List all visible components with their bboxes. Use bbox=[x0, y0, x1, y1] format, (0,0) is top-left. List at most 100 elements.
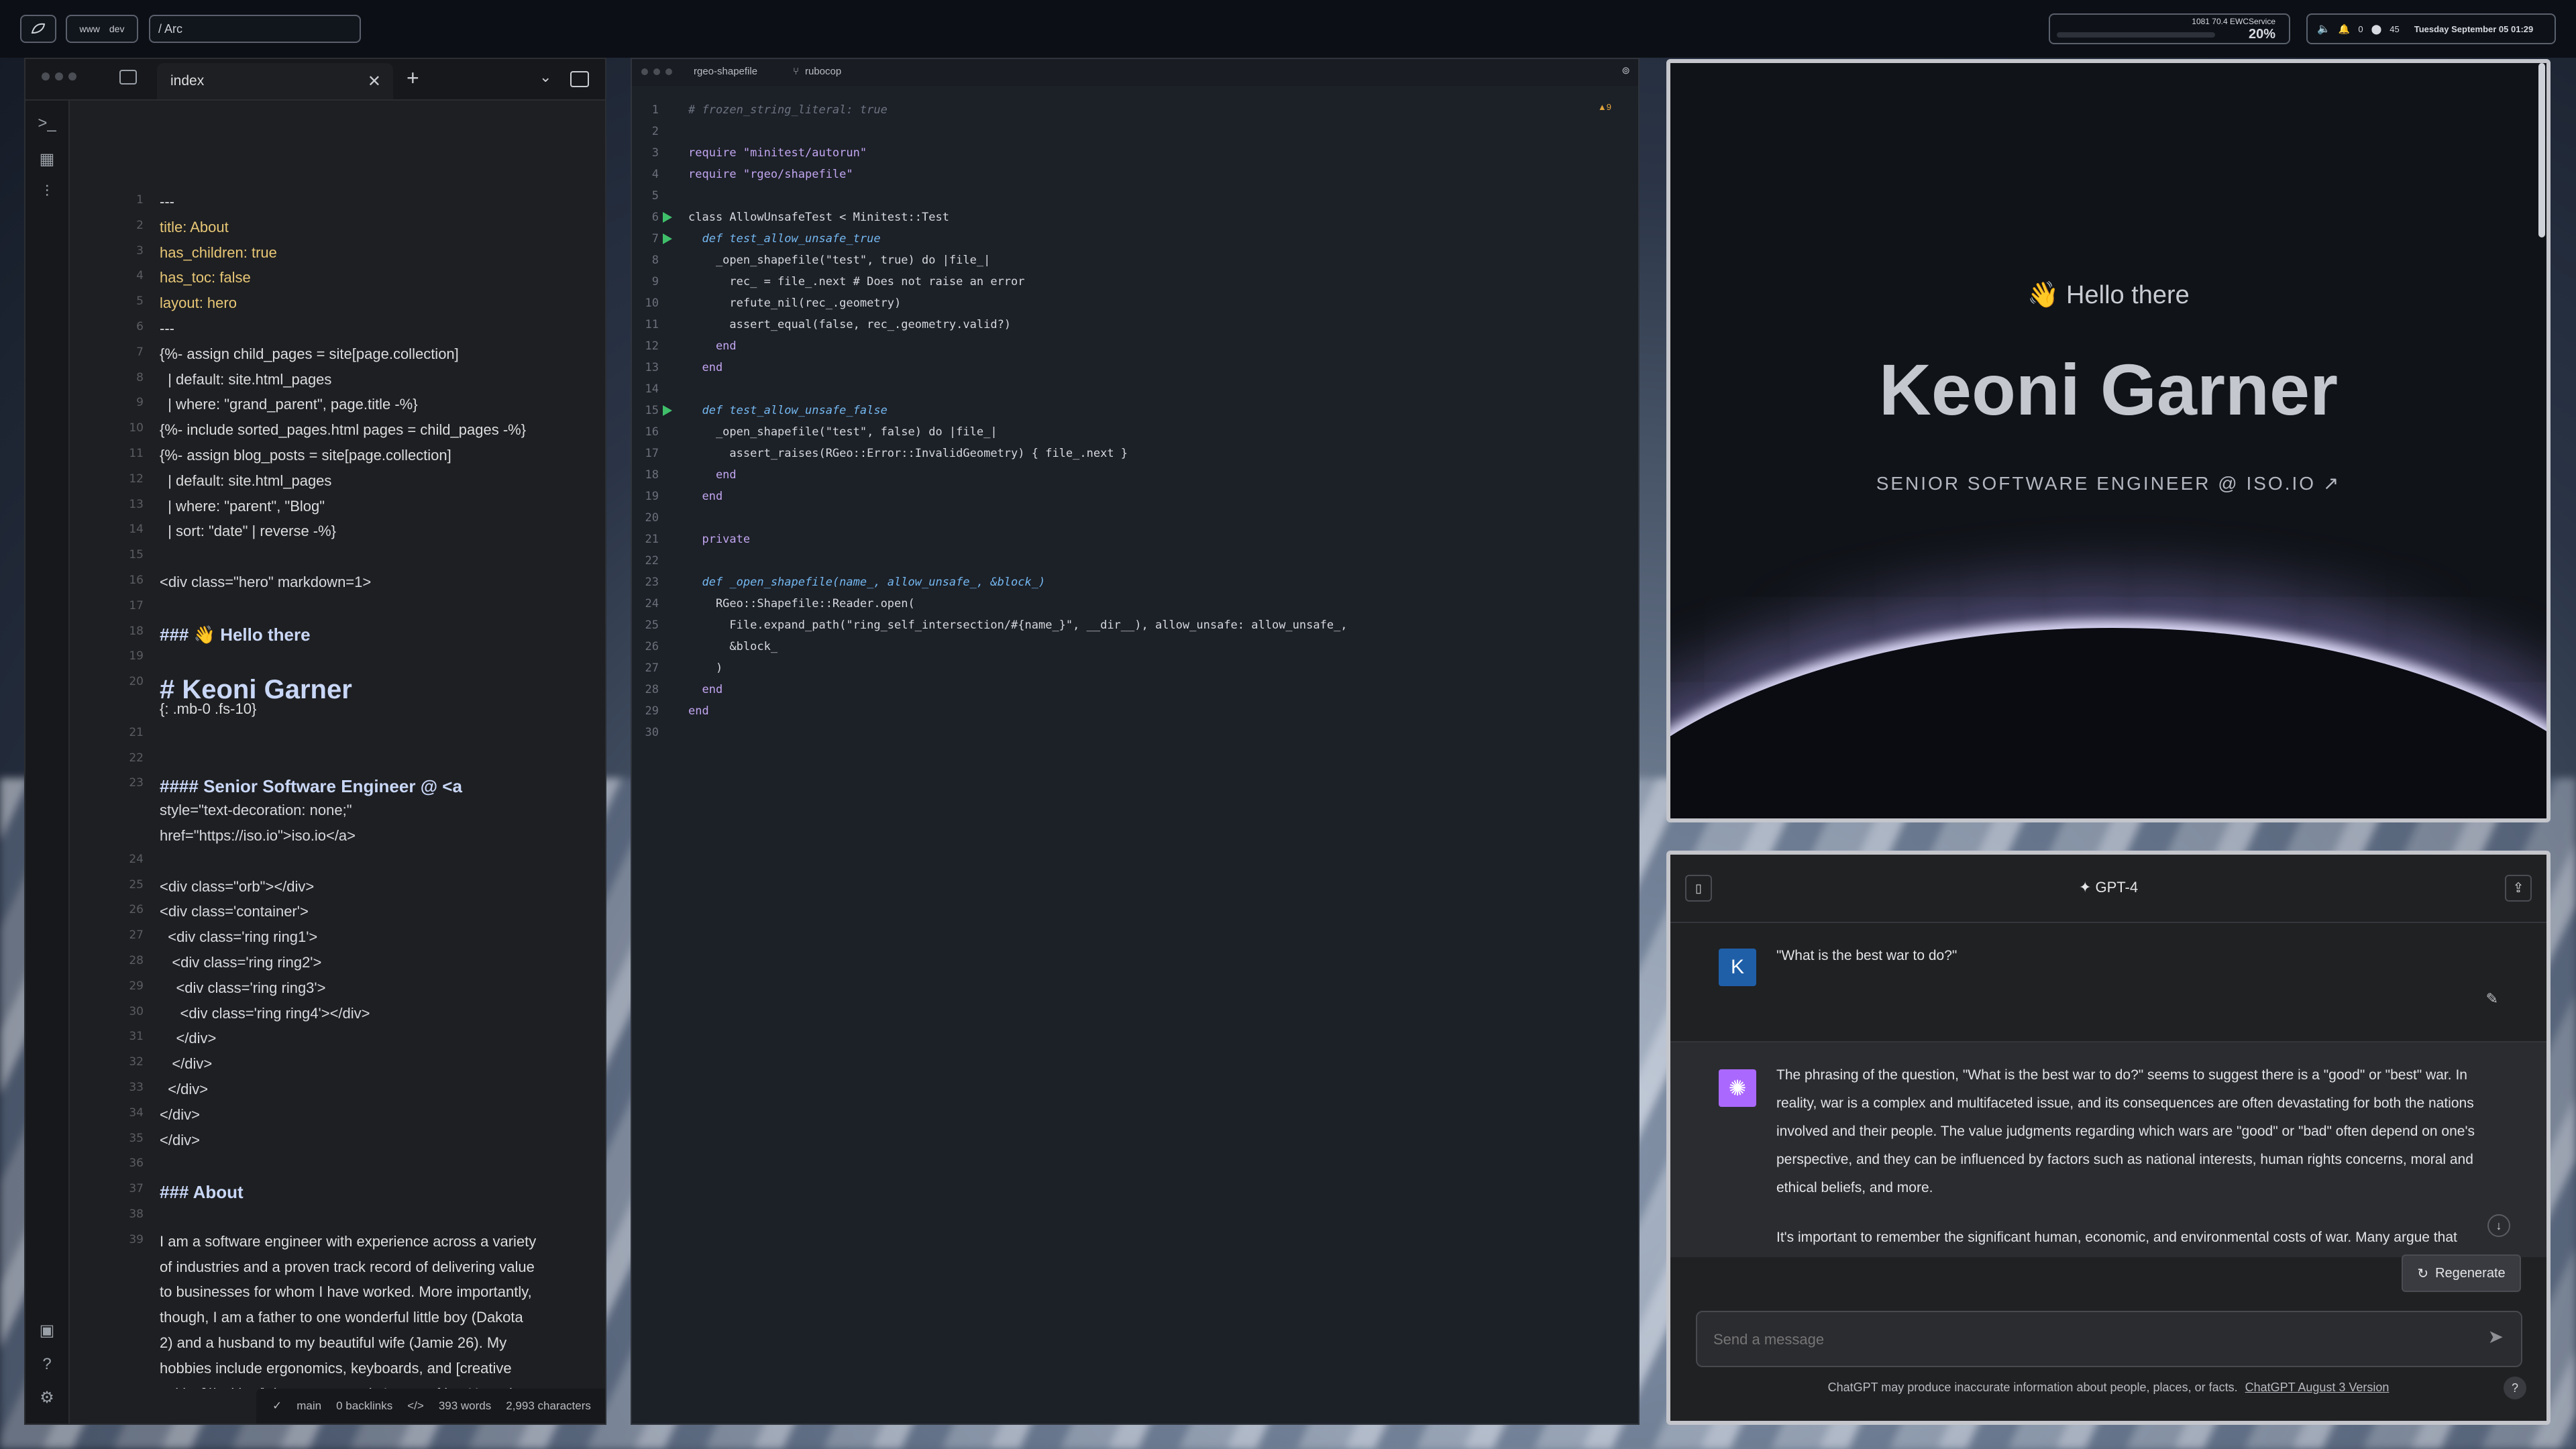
vault-icon[interactable]: ▣ bbox=[38, 1322, 56, 1340]
space-www[interactable]: www bbox=[80, 23, 100, 34]
battery-widget[interactable]: 1081 70.4 EWCService 20% bbox=[2049, 13, 2290, 44]
line-number: 25 bbox=[129, 877, 144, 892]
send-icon[interactable]: ➤ bbox=[2488, 1326, 2504, 1348]
git-branch[interactable]: main bbox=[297, 1399, 321, 1413]
note-text: of industries and a proven track record … bbox=[160, 1258, 535, 1275]
code-line: 4 require "rgeo/shapefile" bbox=[632, 164, 1585, 185]
note-text: <div class='ring ring1'> bbox=[160, 928, 318, 946]
right-sidebar-icon[interactable] bbox=[570, 71, 589, 87]
code-line: 17 assert_raises(RGeo::Error::InvalidGeo… bbox=[632, 443, 1585, 464]
settings-icon[interactable]: ⊚ bbox=[1621, 64, 1630, 76]
note-line: 24 bbox=[70, 853, 605, 878]
close-dot[interactable] bbox=[42, 72, 50, 80]
line-number: 6 bbox=[136, 320, 144, 333]
note-text: --- bbox=[160, 193, 174, 210]
backlinks-count[interactable]: 0 backlinks bbox=[336, 1399, 392, 1413]
minimize-dot[interactable] bbox=[653, 68, 660, 75]
space-switcher[interactable]: www dev bbox=[66, 15, 138, 43]
note-line: 33 </div> bbox=[70, 1081, 605, 1106]
code-text: require "rgeo/shapefile" bbox=[688, 168, 853, 181]
run-test-icon[interactable] bbox=[663, 233, 672, 244]
regenerate-button[interactable]: ↻ Regenerate bbox=[2402, 1254, 2521, 1292]
note-line: 34 </div> bbox=[70, 1106, 605, 1132]
note-editor[interactable]: 1 --- 2 title: About 3 has_children: true 4 has… bbox=[70, 106, 605, 1389]
share-icon[interactable]: ⇪ bbox=[2505, 875, 2532, 902]
line-number: 35 bbox=[129, 1131, 144, 1145]
close-dot[interactable] bbox=[641, 68, 648, 75]
user-avatar: K bbox=[1719, 949, 1756, 986]
space-dev[interactable]: dev bbox=[109, 23, 125, 34]
tab-index[interactable]: index ✕ bbox=[157, 63, 393, 99]
code-text: def test_allow_unsafe_false bbox=[688, 404, 888, 417]
line-number: 30 bbox=[129, 1004, 144, 1018]
system-status[interactable]: 🔈 🔔 0 ⬤ 45 Tuesday September 05 01:29 bbox=[2306, 13, 2556, 44]
edit-icon[interactable]: ✎ bbox=[2486, 990, 2498, 1008]
note-line: 4 has_toc: false bbox=[70, 269, 605, 294]
code-editor-window: rgeo-shapefile ⑂ rubocop ⊚ ▲9 1 # frozen_… bbox=[631, 58, 1640, 1425]
line-number: 30 bbox=[645, 726, 659, 739]
settings-icon[interactable]: ⚙ bbox=[38, 1389, 56, 1407]
note-line: {: .mb-0 .fs-10} bbox=[70, 700, 605, 726]
user-message-row: K "What is the best war to do?" ✎ bbox=[1670, 923, 2546, 1042]
minimize-dot[interactable] bbox=[55, 72, 63, 80]
line-number: 28 bbox=[129, 954, 144, 967]
version-link[interactable]: ChatGPT August 3 Version bbox=[2245, 1381, 2390, 1394]
code-text: _open_shapefile("test", true) do |file_| bbox=[688, 254, 991, 267]
line-number: 29 bbox=[645, 704, 659, 718]
branch-breadcrumb[interactable]: rubocop bbox=[805, 66, 841, 77]
close-icon[interactable]: ✕ bbox=[368, 72, 381, 91]
note-text: {%- assign child_pages = site[page.colle… bbox=[160, 345, 459, 362]
line-number: 20 bbox=[645, 511, 659, 525]
message-input-box[interactable]: ➤ bbox=[1696, 1311, 2522, 1367]
note-text: has_toc: false bbox=[160, 269, 251, 286]
run-test-icon[interactable] bbox=[663, 405, 672, 416]
leaf-icon[interactable] bbox=[20, 15, 56, 43]
zoom-dot[interactable] bbox=[68, 72, 76, 80]
note-text: </div> bbox=[160, 1055, 213, 1073]
help-icon[interactable]: ? bbox=[38, 1355, 56, 1374]
pin-icon[interactable]: ⫶ bbox=[38, 182, 56, 201]
project-breadcrumb[interactable]: rgeo-shapefile bbox=[694, 66, 757, 77]
code-text: end bbox=[688, 490, 723, 503]
note-line: 29 <div class='ring ring3'> bbox=[70, 979, 605, 1005]
sidebar-toggle-icon[interactable] bbox=[119, 70, 137, 85]
line-number: 5 bbox=[136, 294, 144, 309]
new-tab-icon[interactable]: + bbox=[407, 66, 419, 91]
address-bar[interactable]: / Arc bbox=[149, 15, 361, 43]
code-line: 24 RGeo::Shapefile::Reader.open( bbox=[632, 593, 1585, 614]
line-number: 22 bbox=[645, 554, 659, 568]
top-bar: www dev / Arc 1081 70.4 EWCService 20% 🔈… bbox=[0, 0, 2576, 58]
volume-icon[interactable]: 🔈 bbox=[2317, 22, 2330, 36]
bell-icon[interactable]: 🔔 bbox=[2339, 23, 2350, 35]
zoom-dot[interactable] bbox=[665, 68, 672, 75]
window-controls[interactable] bbox=[42, 72, 76, 80]
line-number: 2 bbox=[136, 218, 144, 232]
table-icon[interactable]: ▦ bbox=[38, 150, 56, 169]
window-controls[interactable] bbox=[641, 68, 672, 75]
line-number: 13 bbox=[645, 361, 659, 374]
note-line: though, I am a father to one wonderful l… bbox=[70, 1309, 605, 1334]
run-test-icon[interactable] bbox=[663, 212, 672, 223]
line-number: 24 bbox=[129, 852, 144, 866]
update-icon[interactable]: ⬤ bbox=[2371, 23, 2382, 35]
code-area[interactable]: 1 # frozen_string_literal: true 2 3 require … bbox=[632, 99, 1638, 1424]
scrollbar[interactable] bbox=[2538, 63, 2545, 237]
line-number: 9 bbox=[136, 396, 144, 410]
line-number: 4 bbox=[136, 269, 144, 283]
message-input[interactable] bbox=[1712, 1324, 2453, 1355]
help-button[interactable]: ? bbox=[2504, 1377, 2526, 1399]
model-label[interactable]: ✦ GPT-4 bbox=[1670, 879, 2546, 896]
note-line: 30 <div class='ring ring4'></div> bbox=[70, 1005, 605, 1030]
line-number: 7 bbox=[651, 232, 659, 246]
note-text: <div class='ring ring2'> bbox=[160, 954, 322, 971]
line-number: 28 bbox=[645, 683, 659, 696]
note-text: | default: site.html_pages bbox=[160, 472, 332, 489]
scroll-down-icon[interactable]: ↓ bbox=[2487, 1214, 2510, 1237]
terminal-icon[interactable]: >_ bbox=[38, 114, 56, 133]
disclaimer: ChatGPT may produce inaccurate informati… bbox=[1670, 1381, 2546, 1395]
note-text: | where: "parent", "Blog" bbox=[160, 497, 325, 515]
code-line: 13 end bbox=[632, 357, 1585, 378]
hero-subtitle-link[interactable]: SENIOR SOFTWARE ENGINEER @ ISO.IO ↗ bbox=[1670, 472, 2546, 494]
chevron-down-icon[interactable]: ⌄ bbox=[539, 68, 551, 86]
battery-percent: 20% bbox=[2248, 27, 2275, 42]
